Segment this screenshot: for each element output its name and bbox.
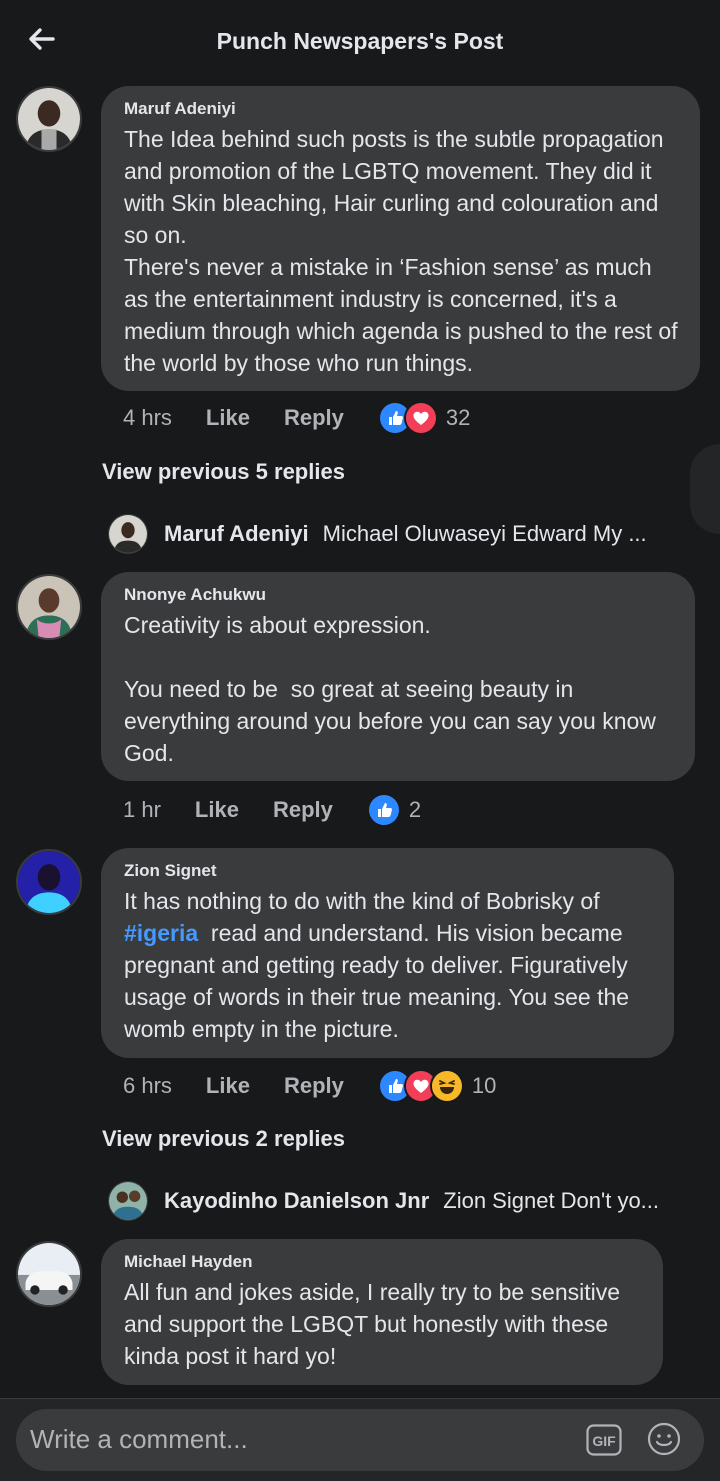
- avatar[interactable]: [16, 1241, 82, 1307]
- reaction-summary[interactable]: 10: [377, 1069, 497, 1103]
- comment-time[interactable]: 1 hr: [123, 797, 161, 823]
- reaction-count: 32: [445, 405, 471, 430]
- hashtag-link[interactable]: #igeria: [124, 920, 198, 946]
- gif-icon[interactable]: GIF: [586, 1424, 622, 1456]
- like-button[interactable]: Like: [206, 1073, 250, 1099]
- reply-button[interactable]: Reply: [284, 1073, 344, 1099]
- comment-input[interactable]: Write a comment... GIF: [16, 1409, 704, 1471]
- haha-icon: [429, 1069, 464, 1103]
- comment-text: It has nothing to do with the kind of Bo…: [124, 885, 652, 1045]
- reply-button[interactable]: Reply: [284, 405, 344, 431]
- emoji-icon[interactable]: [646, 1421, 682, 1457]
- avatar[interactable]: [108, 1181, 148, 1221]
- scroll-handle[interactable]: [690, 444, 720, 534]
- comment-composer: Write a comment... GIF: [0, 1398, 720, 1481]
- comment-actions: 6 hrs Like Reply 10: [123, 1069, 497, 1103]
- reply-author[interactable]: Kayodinho Danielson Jnr: [164, 1188, 429, 1214]
- comment-text: All fun and jokes aside, I really try to…: [124, 1279, 627, 1369]
- comment-author[interactable]: Michael Hayden: [124, 1252, 641, 1272]
- reply-author[interactable]: Maruf Adeniyi: [164, 521, 309, 547]
- reaction-summary[interactable]: 2: [366, 793, 422, 827]
- comment-text: The Idea behind such posts is the subtle…: [124, 126, 678, 376]
- comment-text-part: It has nothing to do with the kind of Bo…: [124, 888, 607, 914]
- avatar[interactable]: [108, 514, 148, 554]
- like-icon: [366, 793, 401, 827]
- comment-bubble[interactable]: Zion Signet It has nothing to do with th…: [101, 848, 674, 1058]
- reply-snippet: Michael Oluwaseyi Edward My ...: [322, 521, 647, 546]
- reaction-count: 2: [408, 797, 422, 822]
- reply-preview[interactable]: Kayodinho Danielson Jnr Zion Signet Don'…: [108, 1180, 659, 1222]
- comment-text-part: read and understand. His vision became p…: [124, 920, 636, 1042]
- comment-actions: 4 hrs Like Reply 32: [123, 401, 471, 435]
- comment-author[interactable]: Zion Signet: [124, 861, 652, 881]
- comment-author[interactable]: Nnonye Achukwu: [124, 585, 673, 605]
- comment-time[interactable]: 4 hrs: [123, 405, 172, 431]
- comment-text: Creativity is about expression. You need…: [124, 612, 656, 766]
- reply-snippet: Zion Signet Don't yo...: [443, 1188, 660, 1213]
- avatar[interactable]: [16, 574, 82, 640]
- reaction-count: 10: [471, 1073, 497, 1098]
- comment-bubble[interactable]: Nnonye Achukwu Creativity is about expre…: [101, 572, 695, 781]
- avatar[interactable]: [16, 849, 82, 915]
- love-icon: [403, 401, 438, 435]
- gif-label: GIF: [592, 1433, 616, 1449]
- like-button[interactable]: Like: [206, 405, 250, 431]
- comment-input-placeholder: Write a comment...: [30, 1424, 248, 1454]
- comment-actions: 1 hr Like Reply 2: [123, 793, 422, 827]
- view-previous-replies[interactable]: View previous 2 replies: [102, 1126, 345, 1152]
- top-bar: Punch Newspapers's Post: [0, 0, 720, 80]
- page-title: Punch Newspapers's Post: [216, 28, 504, 54]
- like-button[interactable]: Like: [195, 797, 239, 823]
- comment-time[interactable]: 6 hrs: [123, 1073, 172, 1099]
- comment-bubble[interactable]: Maruf Adeniyi The Idea behind such posts…: [101, 86, 700, 391]
- comment-author[interactable]: Maruf Adeniyi: [124, 99, 678, 119]
- reply-preview[interactable]: Maruf Adeniyi Michael Oluwaseyi Edward M…: [108, 513, 647, 555]
- reply-button[interactable]: Reply: [273, 797, 333, 823]
- reaction-summary[interactable]: 32: [377, 401, 471, 435]
- comment-bubble[interactable]: Michael Hayden All fun and jokes aside, …: [101, 1239, 663, 1385]
- view-previous-replies[interactable]: View previous 5 replies: [102, 459, 345, 485]
- avatar[interactable]: [16, 86, 82, 152]
